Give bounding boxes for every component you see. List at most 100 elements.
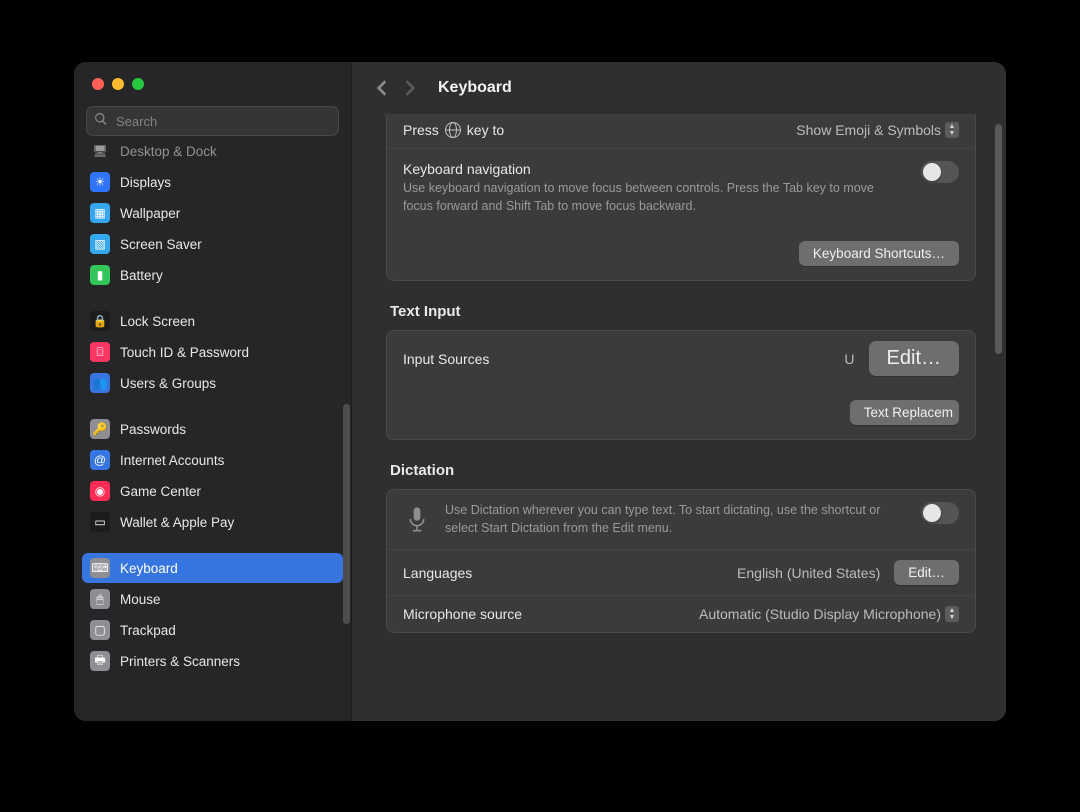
- globe-icon: [445, 122, 461, 138]
- lock-screen-icon: 🔒: [90, 311, 110, 331]
- sidebar-item-wallpaper[interactable]: ▦Wallpaper: [82, 198, 343, 228]
- close-button[interactable]: [92, 78, 104, 90]
- text-replacements-button[interactable]: Text Replacem: [850, 400, 959, 425]
- sidebar-item-wallet-apple-pay[interactable]: ▭ Wallet & Apple Pay: [82, 507, 343, 537]
- battery-icon: ▮: [90, 265, 110, 285]
- input-sources-label: Input Sources: [403, 351, 830, 367]
- sidebar-list: 🖥Desktop & Dock ☀ Displays ▦Wallpaper ▧ Scree…: [74, 144, 351, 721]
- zoom-button[interactable]: [132, 78, 144, 90]
- toolbar: Keyboard: [352, 62, 1006, 114]
- sidebar-item-desktop-dock[interactable]: 🖥Desktop & Dock: [82, 144, 343, 166]
- input-sources-edit-button[interactable]: Edit…: [869, 341, 959, 376]
- sidebar-item-trackpad[interactable]: ▢ Trackpad: [82, 615, 343, 645]
- dictation-languages-edit-button[interactable]: Edit…: [894, 560, 959, 585]
- sidebar-item-mouse[interactable]: 🖱 Mouse: [82, 584, 343, 614]
- sidebar-item-label: Internet Accounts: [120, 453, 224, 468]
- screen-saver-icon: ▧: [90, 234, 110, 254]
- sidebar-item-screen-saver[interactable]: ▧ Screen Saver: [82, 229, 343, 259]
- press-key-row: Press key to Show Emoji & Symbols ▲▼: [387, 114, 975, 148]
- sidebar-item-label: Touch ID & Password: [120, 345, 249, 360]
- dictation-title: Dictation: [390, 462, 976, 479]
- internet-accounts-icon: @: [90, 450, 110, 470]
- sidebar-item-printers-scanners[interactable]: 🖶 Printers & Scanners: [82, 646, 343, 676]
- dictation-languages-label: Languages: [403, 565, 723, 581]
- system-settings-window: 🖥Desktop & Dock ☀ Displays ▦Wallpaper ▧ Scree…: [74, 62, 1006, 721]
- sidebar-item-label: Mouse: [120, 592, 161, 607]
- keyboard-shortcuts-button[interactable]: Keyboard Shortcuts…: [799, 241, 959, 266]
- sidebar-item-internet-accounts[interactable]: @ Internet Accounts: [82, 445, 343, 475]
- microphone-source-popup[interactable]: Automatic (Studio Display Microphone) ▲▼: [699, 606, 959, 622]
- minimize-button[interactable]: [112, 78, 124, 90]
- sidebar-item-displays[interactable]: ☀ Displays: [82, 167, 343, 197]
- text-replacements-row: Text Replacem: [387, 386, 975, 439]
- microphone-source-label: Microphone source: [403, 606, 685, 622]
- touch-id-password-icon: ⌼: [90, 342, 110, 362]
- dictation-languages-value: English (United States): [737, 565, 880, 581]
- press-key-suffix: key to: [467, 122, 504, 138]
- input-sources-value: U: [844, 351, 854, 367]
- sidebar-item-game-center[interactable]: ◉ Game Center: [82, 476, 343, 506]
- text-input-title: Text Input: [390, 303, 976, 320]
- sidebar-item-users-groups[interactable]: 👥Users & Groups: [82, 368, 343, 398]
- mouse-icon: 🖱: [90, 589, 110, 609]
- sidebar-item-label: Users & Groups: [120, 376, 216, 391]
- trackpad-icon: ▢: [90, 620, 110, 640]
- sidebar: 🖥Desktop & Dock ☀ Displays ▦Wallpaper ▧ Scree…: [74, 62, 352, 721]
- press-key-popup[interactable]: Show Emoji & Symbols ▲▼: [796, 122, 959, 138]
- text-input-panel: Input Sources U Edit… Text Replacem: [386, 330, 976, 440]
- microphone-source-value: Automatic (Studio Display Microphone): [699, 606, 941, 622]
- sidebar-item-label: Battery: [120, 268, 163, 283]
- press-key-label: Press key to: [403, 122, 782, 138]
- keyboard-navigation-label: Keyboard navigation: [403, 161, 907, 177]
- press-key-prefix: Press: [403, 122, 439, 138]
- content-pane: Keyboard Press key to Show Emoji & Symbo…: [352, 62, 1006, 721]
- displays-icon: ☀: [90, 172, 110, 192]
- back-button[interactable]: [370, 74, 394, 102]
- sidebar-item-label: Wallet & Apple Pay: [120, 515, 234, 530]
- sidebar-scrollbar[interactable]: [343, 404, 350, 624]
- game-center-icon: ◉: [90, 481, 110, 501]
- passwords-icon: 🔑: [90, 419, 110, 439]
- dictation-row: Use Dictation wherever you can type text…: [387, 490, 975, 549]
- chevron-up-down-icon: ▲▼: [945, 122, 959, 138]
- sidebar-item-passwords[interactable]: 🔑 Passwords: [82, 414, 343, 444]
- sidebar-item-label: Printers & Scanners: [120, 654, 240, 669]
- dictation-desc: Use Dictation wherever you can type text…: [445, 502, 907, 537]
- sidebar-item-label: Displays: [120, 175, 171, 190]
- dictation-languages-row: Languages English (United States) Edit…: [387, 549, 975, 595]
- dictation-panel: Use Dictation wherever you can type text…: [386, 489, 976, 633]
- sidebar-item-label: Trackpad: [120, 623, 176, 638]
- wallet-apple-pay-icon: ▭: [90, 512, 110, 532]
- sidebar-item-label: Screen Saver: [120, 237, 202, 252]
- keyboard-navigation-desc: Use keyboard navigation to move focus be…: [403, 180, 883, 215]
- desktop-dock-icon: 🖥: [90, 144, 110, 161]
- keyboard-shortcuts-row: Keyboard Shortcuts…: [387, 227, 975, 280]
- sidebar-item-touch-id-password[interactable]: ⌼ Touch ID & Password: [82, 337, 343, 367]
- microphone-source-row: Microphone source Automatic (Studio Disp…: [387, 595, 975, 632]
- input-sources-row: Input Sources U Edit…: [387, 331, 975, 386]
- content-scrollbar[interactable]: [995, 124, 1002, 354]
- microphone-icon: [403, 502, 431, 536]
- sidebar-item-label: Keyboard: [120, 561, 178, 576]
- forward-button[interactable]: [398, 74, 422, 102]
- sidebar-item-label: Lock Screen: [120, 314, 195, 329]
- chevron-up-down-icon: ▲▼: [945, 606, 959, 622]
- page-title: Keyboard: [438, 79, 512, 97]
- search-input[interactable]: [114, 113, 331, 130]
- keyboard-panel: Press key to Show Emoji & Symbols ▲▼ Key…: [386, 114, 976, 281]
- sidebar-item-battery[interactable]: ▮ Battery: [82, 260, 343, 290]
- dictation-toggle[interactable]: [921, 502, 959, 524]
- keyboard-navigation-toggle[interactable]: [921, 161, 959, 183]
- sidebar-item-lock-screen[interactable]: 🔒 Lock Screen: [82, 306, 343, 336]
- content-scroll: Press key to Show Emoji & Symbols ▲▼ Key…: [352, 114, 1006, 721]
- press-key-value: Show Emoji & Symbols: [796, 122, 941, 138]
- sidebar-item-keyboard[interactable]: ⌨ Keyboard: [82, 553, 343, 583]
- keyboard-navigation-row: Keyboard navigation Use keyboard navigat…: [387, 148, 975, 227]
- keyboard-icon: ⌨: [90, 558, 110, 578]
- sidebar-item-label: Wallpaper: [120, 206, 180, 221]
- sidebar-item-label: Passwords: [120, 422, 186, 437]
- search-field[interactable]: [86, 106, 339, 136]
- sidebar-item-label: Game Center: [120, 484, 201, 499]
- search-icon: [94, 112, 108, 131]
- printers-scanners-icon: 🖶: [90, 651, 110, 671]
